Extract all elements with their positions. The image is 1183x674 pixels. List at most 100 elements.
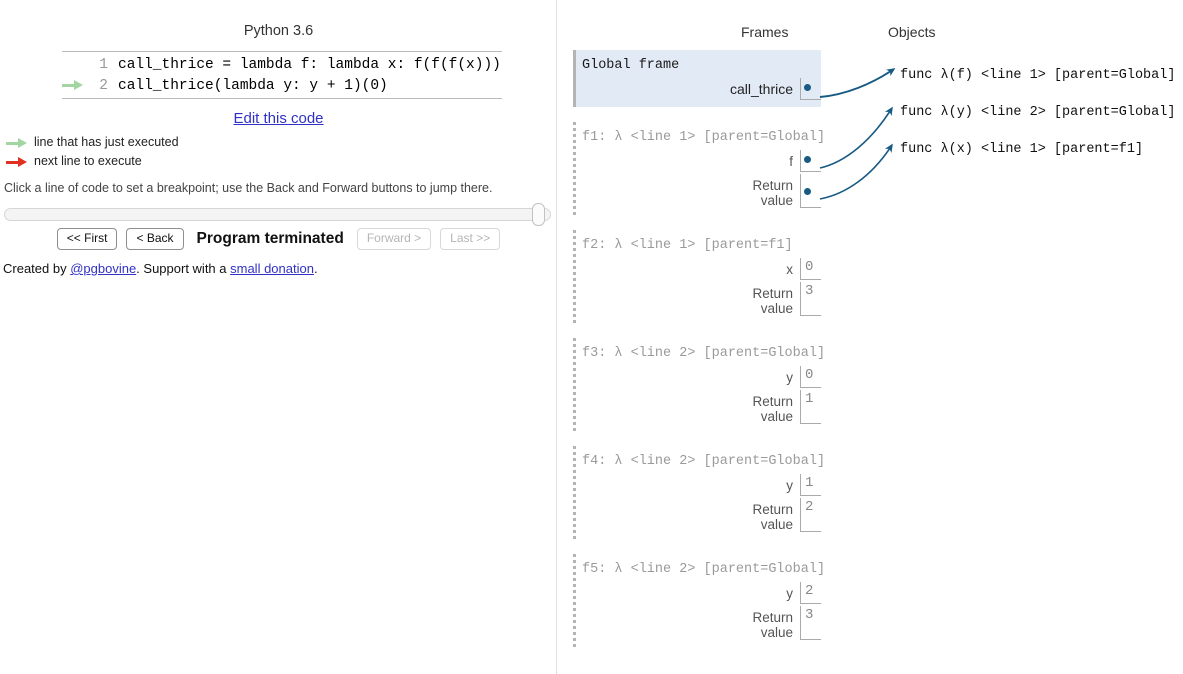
frame-variable-row: y2 xyxy=(582,582,821,604)
line-marker xyxy=(62,75,88,95)
frame-box: f3: λ <line 2> [parent=Global] y 0 Return v… xyxy=(573,338,826,431)
variable-value-box: 3 xyxy=(800,282,821,316)
frame-variable-row: x0 xyxy=(582,258,821,280)
variable-name: Return value xyxy=(752,394,793,424)
variable-value-box: 0 xyxy=(800,366,821,388)
frame-title: f3: λ <line 2> [parent=Global] xyxy=(582,346,826,361)
red-arrow-icon xyxy=(6,157,28,167)
code-display[interactable]: 1 call_thrice = lambda f: lambda x: f(f(… xyxy=(62,51,502,99)
pointer-arrow-f xyxy=(819,106,893,169)
frame-variable-table: y 1 Return value 2 xyxy=(582,474,821,532)
variable-name: y xyxy=(786,370,793,385)
variable-name: y xyxy=(786,478,793,493)
frame-variable-row: Return value 3 xyxy=(582,282,821,316)
variable-name: Return value xyxy=(752,286,793,316)
credits-suffix: . xyxy=(313,261,318,276)
variable-name: x xyxy=(786,262,793,277)
legend-executed-label: line that has just executed xyxy=(34,135,179,149)
edit-code-link-wrap: Edit this code xyxy=(0,110,557,127)
variable-name: y xyxy=(786,586,793,601)
execution-status-label: Program terminated xyxy=(196,230,344,247)
frame-variable-table: y 2 Return value 3 xyxy=(582,582,821,640)
variable-name: call_thrice xyxy=(729,81,793,97)
line-code-text: call_thrice(lambda y: y + 1)(0) xyxy=(118,78,388,94)
frame-variable-row: Return value 3 xyxy=(582,606,821,640)
frame-variable-row: Return value xyxy=(582,174,821,208)
frame-variable-row: y1 xyxy=(582,474,821,496)
object-label: func λ(x) <line 1> [parent=f1] xyxy=(900,142,1144,157)
donation-link[interactable]: small donation xyxy=(230,261,314,276)
variable-name: Return value xyxy=(752,502,793,532)
execution-slider-track[interactable] xyxy=(4,208,551,221)
legend-executed-row: line that has just executed xyxy=(6,135,179,149)
legend-next-label: next line to execute xyxy=(34,154,142,168)
forward-button: Forward > xyxy=(356,228,432,250)
language-label: Python 3.6 xyxy=(243,23,314,39)
variable-value-box: 1 xyxy=(800,390,821,424)
variable-value: 1 xyxy=(805,475,814,491)
frame-variable-table: x 0 Return value 3 xyxy=(582,258,821,316)
object-label: func λ(f) <line 1> [parent=Global] xyxy=(900,68,1176,83)
first-button[interactable]: << First xyxy=(56,228,118,250)
variable-value-box xyxy=(800,150,821,172)
frame-variable-row: Return value 2 xyxy=(582,498,821,532)
objects-column-header: Objects xyxy=(888,24,936,40)
credits-line: Created by @pgbovine. Support with a sma… xyxy=(3,261,318,276)
code-line[interactable]: 2 call_thrice(lambda y: y + 1)(0) xyxy=(62,75,502,95)
credits-prefix: Created by xyxy=(3,261,71,276)
frame-title: f2: λ <line 1> [parent=f1] xyxy=(582,238,793,253)
frame-title: f5: λ <line 2> [parent=Global] xyxy=(582,562,826,577)
frames-column: Global frame call_thrice f1: λ <line 1> [p… xyxy=(573,50,826,662)
frame-title: f1: λ <line 1> [parent=Global] xyxy=(582,130,826,145)
line-code-text: call_thrice = lambda f: lambda x: f(f(f(… xyxy=(118,57,501,73)
pointer-dot-icon xyxy=(804,188,811,195)
frame-box: f5: λ <line 2> [parent=Global] y 2 Return v… xyxy=(573,554,826,647)
object-label: func λ(y) <line 2> [parent=Global] xyxy=(900,105,1176,120)
variable-value: 2 xyxy=(805,499,814,515)
execution-slider-handle[interactable] xyxy=(532,203,545,226)
frame-variable-table: call_thrice xyxy=(582,78,821,100)
variable-value: 0 xyxy=(805,367,814,383)
code-line[interactable]: 1 call_thrice = lambda f: lambda x: f(f(… xyxy=(62,55,502,75)
variable-value: 3 xyxy=(805,283,814,299)
variable-name: Return value xyxy=(752,610,793,640)
variable-value-box xyxy=(800,174,821,208)
pointer-dot-icon xyxy=(804,156,811,163)
variable-value: 2 xyxy=(805,583,814,599)
credits-middle: . Support with a xyxy=(136,261,231,276)
frame-title: f4: λ <line 2> [parent=Global] xyxy=(582,454,826,469)
variable-value-box xyxy=(800,78,821,100)
line-number: 2 xyxy=(99,78,108,94)
frame-title: Global frame xyxy=(582,58,680,73)
frame-variable-row: f xyxy=(582,150,821,172)
variable-value-box: 2 xyxy=(800,498,821,532)
variable-value: 1 xyxy=(805,391,814,407)
author-link[interactable]: @pgbovine xyxy=(70,261,136,276)
pointer-arrow-return-value xyxy=(819,143,893,200)
pointer-arrow-call-thrice xyxy=(819,68,896,98)
frame-variable-table: f Return value xyxy=(582,150,821,208)
legend-next-row: next line to execute xyxy=(6,154,142,168)
back-button[interactable]: < Back xyxy=(126,228,184,250)
green-arrow-icon xyxy=(62,80,84,90)
variable-value-box: 1 xyxy=(800,474,821,496)
frame-variable-row: call_thrice xyxy=(582,78,821,100)
edit-this-code-link[interactable]: Edit this code xyxy=(233,110,323,127)
playback-controls: << First < Back Program terminated Forwa… xyxy=(0,228,557,250)
frame-box: f1: λ <line 1> [parent=Global] f Return va… xyxy=(573,122,826,215)
variable-value-box: 3 xyxy=(800,606,821,640)
variable-value-box: 2 xyxy=(800,582,821,604)
last-button: Last >> xyxy=(440,228,501,250)
breakpoint-hint-text: Click a line of code to set a breakpoint… xyxy=(4,181,493,195)
frame-variable-row: Return value 1 xyxy=(582,390,821,424)
code-panel: Python 3.6 1 call_thrice = lambda f: lam… xyxy=(0,0,557,674)
frame-box: f2: λ <line 1> [parent=f1] x 0 Return value… xyxy=(573,230,821,323)
frame-box: Global frame call_thrice xyxy=(573,50,821,107)
frame-box: f4: λ <line 2> [parent=Global] y 1 Return v… xyxy=(573,446,826,539)
pointer-dot-icon xyxy=(804,84,811,91)
variable-value: 0 xyxy=(805,259,814,275)
line-number: 1 xyxy=(99,57,108,73)
variable-name: Return value xyxy=(752,178,793,208)
frame-variable-table: y 0 Return value 1 xyxy=(582,366,821,424)
frames-column-header: Frames xyxy=(741,24,789,40)
